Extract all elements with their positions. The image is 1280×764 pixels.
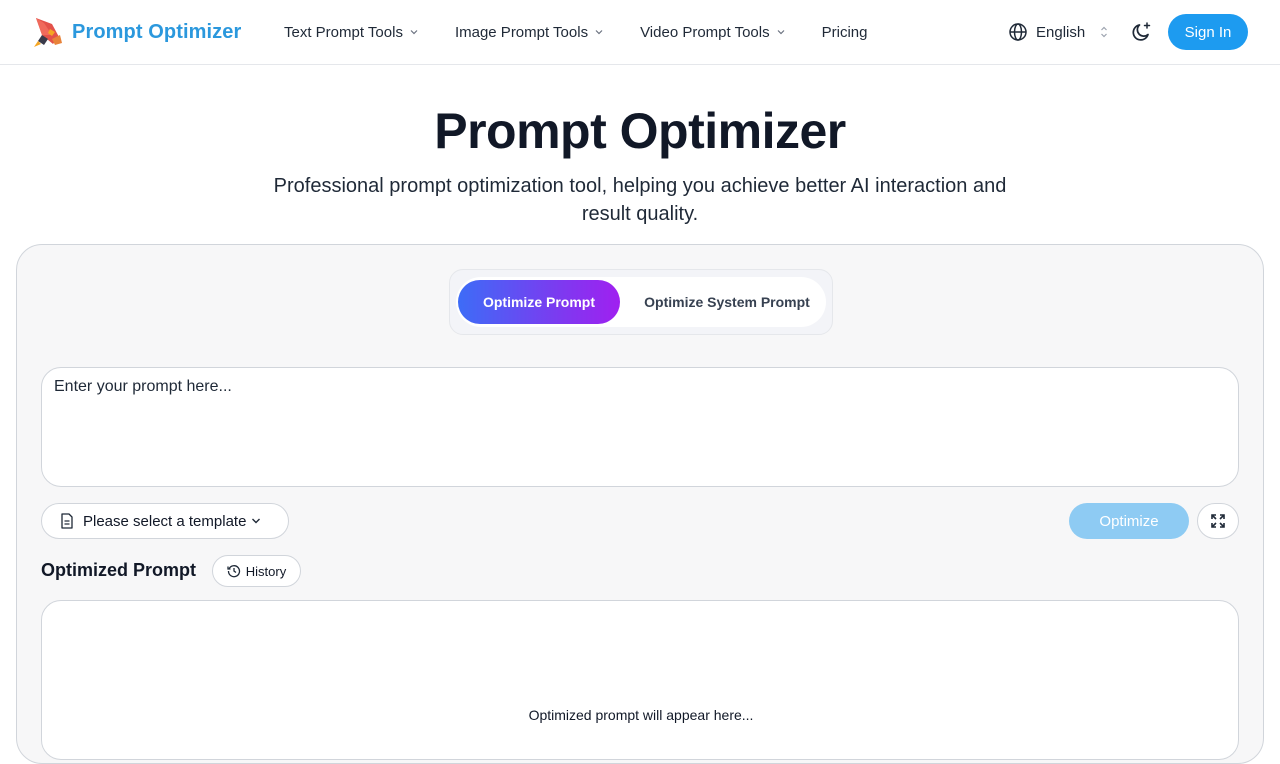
nav-text-prompt-tools[interactable]: Text Prompt Tools <box>284 24 419 41</box>
output-placeholder: Optimized prompt will appear here... <box>528 707 754 723</box>
chevron-down-icon <box>252 518 261 524</box>
chevron-up-down-icon <box>1101 26 1108 38</box>
fullscreen-button[interactable] <box>1197 503 1239 539</box>
theme-toggle-button[interactable] <box>1129 19 1155 45</box>
optimizer-card: Optimize Prompt Optimize System Prompt P… <box>16 244 1264 764</box>
expand-icon <box>1211 514 1225 528</box>
brand-link[interactable]: Prompt Optimizer <box>32 14 241 50</box>
moon-sparkle-icon <box>1132 22 1151 41</box>
nav-label: Video Prompt Tools <box>640 23 770 41</box>
chevron-down-icon <box>777 30 785 35</box>
top-header: Prompt Optimizer Text Prompt Tools Image… <box>0 0 1280 65</box>
optimized-output[interactable]: Optimized prompt will appear here... <box>41 600 1239 760</box>
main-nav: Text Prompt Tools Image Prompt Tools Vid… <box>284 20 867 44</box>
document-icon <box>61 513 73 529</box>
rocket-logo-icon <box>34 18 62 47</box>
optimize-button[interactable]: Optimize <box>1069 503 1189 539</box>
globe-icon <box>1009 23 1027 41</box>
template-select-label: Please select a template <box>83 512 247 530</box>
tab-optimize-system-prompt[interactable]: Optimize System Prompt <box>628 280 826 324</box>
nav-label: Pricing <box>821 23 868 41</box>
language-label: English <box>1036 23 1086 41</box>
template-select[interactable]: Please select a template <box>41 503 289 539</box>
chevron-down-icon <box>595 30 603 35</box>
optimized-prompt-heading: Optimized Prompt <box>41 560 197 580</box>
language-selector[interactable]: English <box>1008 20 1109 44</box>
page-subtitle: Professional prompt optimization tool, h… <box>273 175 1007 225</box>
nav-label: Text Prompt Tools <box>284 23 403 41</box>
nav-video-prompt-tools[interactable]: Video Prompt Tools <box>640 24 786 41</box>
mode-switch: Optimize Prompt Optimize System Prompt <box>449 269 833 335</box>
page-title: Prompt Optimizer <box>434 103 846 159</box>
history-button[interactable]: History <box>212 555 301 587</box>
history-label: History <box>245 563 287 579</box>
nav-label: Image Prompt Tools <box>454 23 589 41</box>
brand-name: Prompt Optimizer <box>72 20 242 43</box>
nav-image-prompt-tools[interactable]: Image Prompt Tools <box>455 24 604 41</box>
history-icon <box>227 565 240 578</box>
sign-in-button[interactable]: Sign In <box>1168 14 1248 50</box>
nav-pricing[interactable]: Pricing <box>822 24 868 41</box>
chevron-down-icon <box>410 30 418 35</box>
tab-optimize-prompt[interactable]: Optimize Prompt <box>458 280 620 324</box>
prompt-input[interactable] <box>41 367 1239 487</box>
